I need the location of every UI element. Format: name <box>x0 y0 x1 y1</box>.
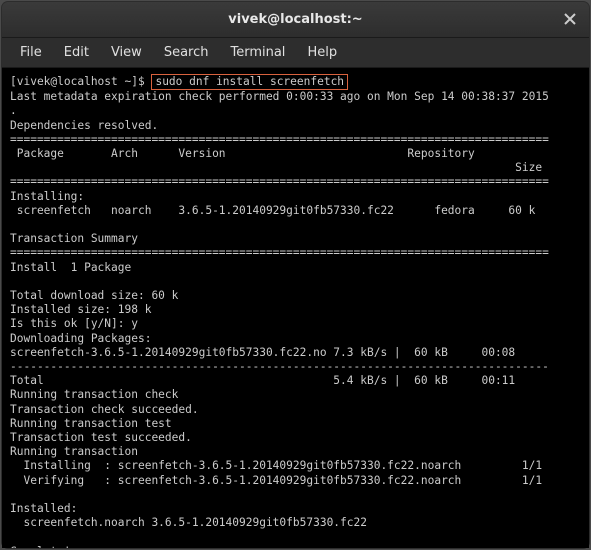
window-title: vivek@localhost:~ <box>228 12 362 27</box>
close-icon <box>564 10 576 29</box>
menu-search[interactable]: Search <box>154 41 219 64</box>
close-button[interactable] <box>559 9 581 31</box>
prompt: [vivek@localhost ~]$ <box>10 75 151 88</box>
highlighted-command: sudo dnf install screenfetch <box>151 74 348 90</box>
menu-edit[interactable]: Edit <box>54 41 99 64</box>
titlebar[interactable]: vivek@localhost:~ <box>2 2 589 38</box>
terminal-text: Last metadata expiration check performed… <box>10 90 549 548</box>
terminal-output[interactable]: [vivek@localhost ~]$ sudo dnf install sc… <box>2 68 589 548</box>
terminal-window: vivek@localhost:~ File Edit View Search … <box>2 2 589 548</box>
menu-view[interactable]: View <box>101 41 152 64</box>
menu-help[interactable]: Help <box>297 41 347 64</box>
menu-terminal[interactable]: Terminal <box>220 41 295 64</box>
menu-file[interactable]: File <box>10 41 52 64</box>
menubar: File Edit View Search Terminal Help <box>2 38 589 68</box>
